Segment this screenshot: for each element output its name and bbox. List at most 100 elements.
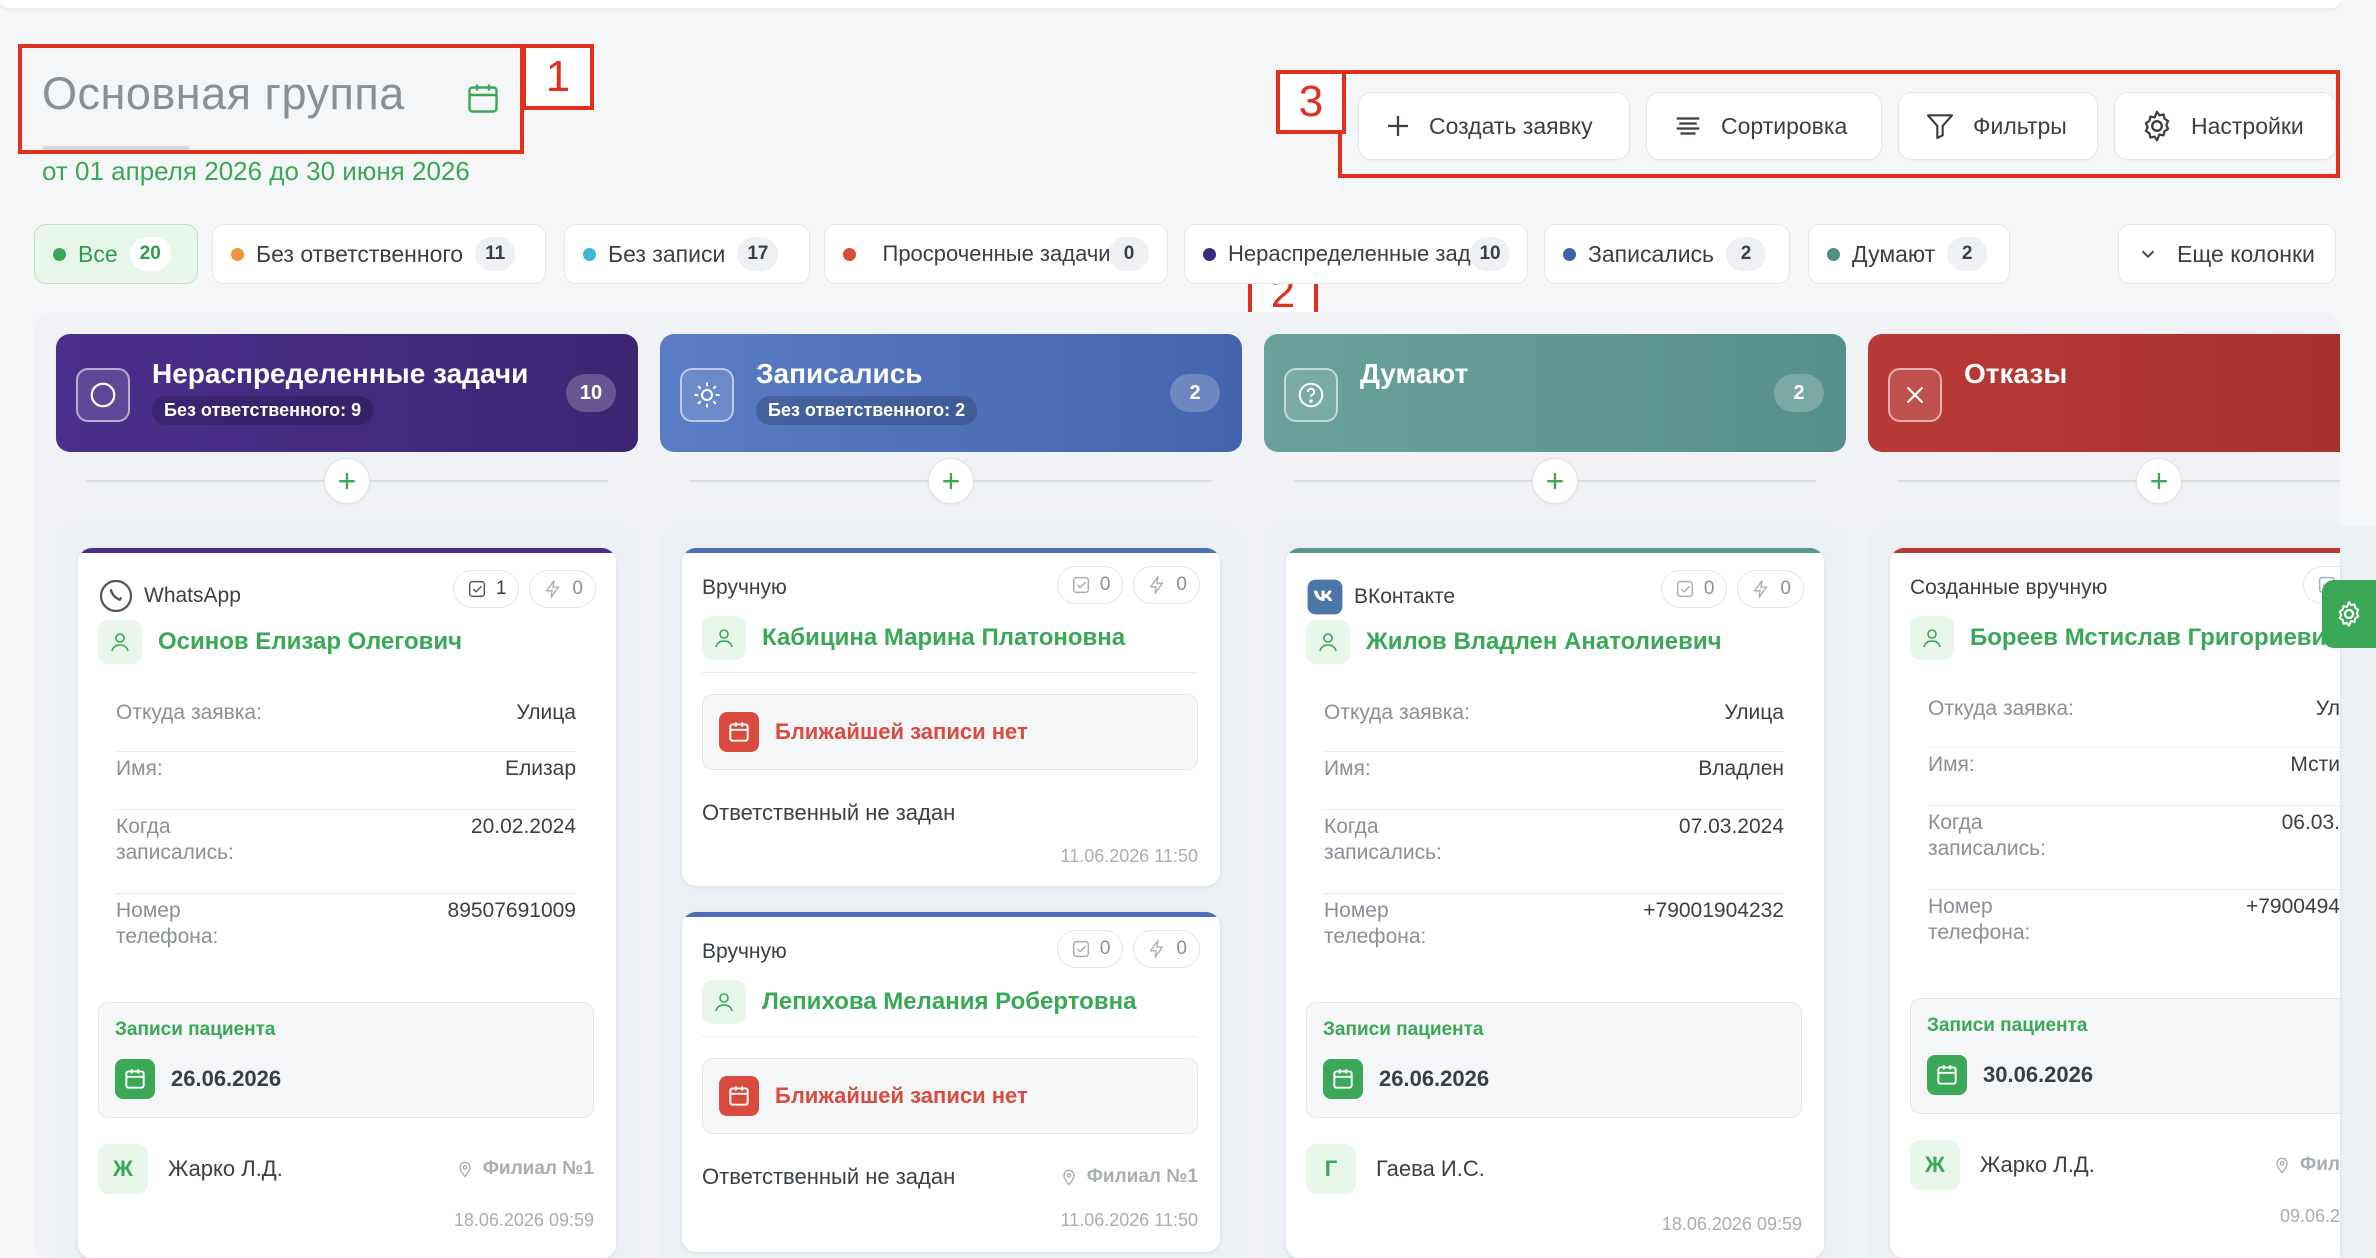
lead-card[interactable]: WhatsApp 1 0 Осинов Елизар Олегович Отку… (78, 548, 616, 1258)
appointment-date: 26.06.2026 (115, 1059, 281, 1099)
no-appointment[interactable]: Ближайшей записи нет (702, 1058, 1198, 1134)
patient-name[interactable]: Кабицина Марина Платоновна (702, 616, 1125, 660)
appointment-date-label: 30.06.2026 (1983, 1062, 2094, 1087)
responsible-name[interactable]: Жарко Л.Д. (1980, 1152, 2095, 1178)
patient-appointments[interactable]: Записи пациента 26.06.2026 (1306, 1002, 1802, 1118)
status-dot (1827, 247, 1840, 261)
filter-chip-unassigned[interactable]: Нераспределенные задачи 10 (1184, 224, 1528, 284)
filter-chip-thinking[interactable]: Думают 2 (1808, 224, 2010, 284)
annotation-label-3: 3 (1276, 70, 1346, 134)
no-appointment[interactable]: Ближайшей записи нет (702, 694, 1198, 770)
patient-appointments[interactable]: Записи пациента 26.06.2026 (98, 1002, 594, 1118)
column-header-signed-up[interactable]: Записались Без ответственного: 2 2 (660, 334, 1242, 452)
user-icon (702, 980, 746, 1024)
settings-label: Настройки (2191, 112, 2304, 139)
date-range[interactable]: от 01 апреля 2026 до 30 июня 2026 (42, 156, 470, 187)
patient-appointments[interactable]: Записи пациента 30.06.2026 (1910, 998, 2340, 1114)
user-icon (1306, 620, 1350, 664)
card-source: ВКонтакте (1306, 578, 1455, 616)
lightning-icon (1754, 580, 1768, 598)
user-icon (98, 620, 142, 664)
branch: Фил (2272, 1154, 2340, 1176)
card-accent (1890, 548, 2340, 553)
filter-chip-overdue[interactable]: Просроченные задачи 0 (824, 224, 1168, 284)
sort-label: Сортировка (1721, 112, 1848, 139)
column-count: 2 (1170, 374, 1220, 412)
info-row-signed-up-date: Когда записались: 07.03.2024 (1324, 814, 1784, 894)
add-card-button[interactable]: + (324, 458, 370, 504)
calendar-icon (115, 1059, 155, 1099)
patient-name-label: Жилов Владлен Анатолиевич (1366, 628, 1722, 655)
filter-chip-no-record[interactable]: Без записи 17 (564, 224, 810, 284)
status-dot (843, 247, 856, 261)
circle-icon (76, 368, 130, 422)
plus-icon (1388, 116, 1408, 136)
filter-count: 2 (1726, 237, 1767, 271)
info-row-signed-up-date: Когда записались: 20.02.2024 (116, 814, 576, 894)
column-count: 2 (1774, 374, 1824, 412)
filter-label: Просроченные задачи (882, 241, 1111, 266)
tasks-badge[interactable]: 0 (1056, 566, 1124, 604)
add-card-button[interactable]: + (928, 458, 974, 504)
card-accent (682, 912, 1220, 917)
filter-chip-no-responsible[interactable]: Без ответственного 11 (212, 224, 546, 284)
filter-count: 17 (737, 237, 779, 271)
filter-chip-all[interactable]: Все 20 (34, 224, 198, 284)
chevron-down-icon (2141, 250, 2155, 259)
no-appointment-label: Ближайшей записи нет (775, 719, 1028, 744)
lead-card[interactable]: Вручную 0 0 Лепихова Мелания Робертовна … (682, 912, 1220, 1252)
lead-card[interactable]: Созданные вручную 0 Бореев Мстислав Григ… (1890, 548, 2340, 1258)
patient-name[interactable]: Лепихова Мелания Робертовна (702, 980, 1136, 1024)
question-icon (1284, 368, 1338, 422)
responsible-name[interactable]: Ответственный не задан (702, 1164, 955, 1190)
column-count: 10 (566, 374, 616, 412)
calendar-icon (719, 712, 759, 752)
events-badge[interactable]: 0 (529, 570, 596, 608)
side-settings-button[interactable] (2322, 580, 2376, 648)
card-source: Вручную (702, 940, 787, 964)
info-row-phone: Номер телефона: +79001904232 (1324, 899, 1784, 948)
column-header-refusals[interactable]: Отказы (1868, 334, 2340, 452)
filter-chip-signed-up[interactable]: Записались 2 (1544, 224, 1790, 284)
patient-name[interactable]: Бореев Мстислав Григориевич (1910, 616, 2340, 660)
location-icon (1063, 1169, 1075, 1186)
source-label: Вручную (702, 576, 787, 599)
responsible-name[interactable]: Жарко Л.Д. (168, 1156, 283, 1182)
filter-label: Все (78, 240, 118, 267)
filters-button[interactable]: Фильтры (1898, 92, 2098, 160)
lightning-icon (1150, 576, 1164, 594)
tasks-badge[interactable]: 0 (1660, 570, 1728, 608)
events-badge[interactable]: 0 (1737, 570, 1804, 608)
tasks-badge[interactable]: 0 (1056, 930, 1124, 968)
add-card-button[interactable]: + (1532, 458, 1578, 504)
create-request-label: Создать заявку (1429, 112, 1593, 139)
divider (1898, 480, 2340, 482)
source-label: Созданные вручную (1910, 576, 2108, 599)
appointments-title: Записи пациента (1927, 1015, 2088, 1036)
settings-button[interactable]: Настройки (2114, 92, 2336, 160)
events-badge[interactable]: 0 (1133, 566, 1200, 604)
filter-count: 2 (1947, 237, 1988, 271)
patient-name[interactable]: Жилов Владлен Анатолиевич (1306, 620, 1722, 664)
responsible-row: Ответственный не задан (702, 800, 1198, 826)
filter-count: 0 (1109, 237, 1149, 271)
responsible-name[interactable]: Гаева И.С. (1376, 1156, 1485, 1182)
patient-name[interactable]: Осинов Елизар Олегович (98, 620, 462, 664)
card-source: WhatsApp (98, 578, 241, 614)
events-count: 0 (572, 578, 583, 599)
divider (702, 672, 1198, 673)
tasks-badge[interactable]: 1 (452, 570, 520, 608)
card-accent (78, 548, 616, 553)
sort-button[interactable]: Сортировка (1646, 92, 1882, 160)
create-request-button[interactable]: Создать заявку (1358, 92, 1630, 160)
lead-card[interactable]: ВКонтакте 0 0 Жилов Владлен Анатолиевич … (1286, 548, 1824, 1258)
more-columns-button[interactable]: Еще колонки (2118, 224, 2336, 284)
add-card-button[interactable]: + (2136, 458, 2182, 504)
column-header-thinking[interactable]: Думают 2 (1264, 334, 1846, 452)
timestamp: 18.06.2026 09:59 (453, 1210, 594, 1230)
lead-card[interactable]: Вручную 0 0 Кабицина Марина Платоновна Б… (682, 548, 1220, 886)
responsible-name[interactable]: Ответственный не задан (702, 800, 955, 826)
column-header-unassigned[interactable]: Нераспределенные задачи Без ответственно… (56, 334, 638, 452)
events-badge[interactable]: 0 (1133, 930, 1200, 968)
checkbox-icon (468, 580, 485, 598)
